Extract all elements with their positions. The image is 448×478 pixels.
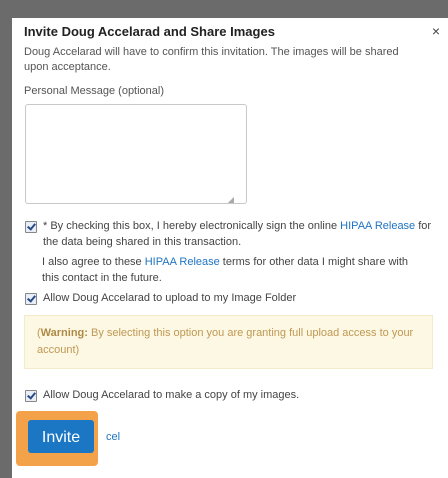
personal-message-label: Personal Message (optional) (24, 85, 165, 97)
hipaa-checkbox[interactable] (25, 221, 37, 233)
upload-checkbox[interactable] (25, 293, 37, 305)
agree-text: I also agree to these HIPAA Release term… (24, 254, 422, 286)
resize-handle-icon[interactable]: ◢ (228, 195, 234, 204)
hipaa-release-link[interactable]: HIPAA Release (340, 220, 415, 232)
upload-row: Allow Doug Accelarad to upload to my Ima… (24, 290, 436, 306)
warning-text: By selecting this option you are grantin… (37, 327, 414, 356)
dialog-title: Invite Doug Accelarad and Share Images (24, 24, 275, 39)
hipaa-text: * By checking this box, I hereby electro… (43, 218, 435, 250)
invite-highlight: Invite (16, 411, 98, 466)
warning-box: (Warning: By selecting this option you a… (24, 315, 433, 369)
cancel-link[interactable]: cel (106, 431, 120, 443)
close-icon[interactable]: × (432, 24, 440, 38)
agree-text-before: I also agree to these (42, 256, 145, 268)
upload-label: Allow Doug Accelarad to upload to my Ima… (43, 292, 297, 304)
agree-hipaa-release-link[interactable]: HIPAA Release (145, 256, 220, 268)
copy-checkbox[interactable] (25, 390, 37, 402)
personal-message-wrapper: ◢ (24, 104, 248, 204)
hipaa-text-before: * By checking this box, I hereby electro… (43, 220, 341, 232)
warning-bold: Warning: (40, 327, 88, 339)
invite-dialog: Invite Doug Accelarad and Share Images ×… (12, 18, 448, 478)
invite-button[interactable]: Invite (28, 420, 94, 453)
personal-message-input[interactable] (25, 104, 247, 204)
hipaa-row: * By checking this box, I hereby electro… (24, 218, 436, 250)
dialog-description: Doug Accelarad will have to confirm this… (24, 46, 399, 73)
copy-label: Allow Doug Accelarad to make a copy of m… (43, 389, 300, 401)
copy-row: Allow Doug Accelarad to make a copy of m… (24, 387, 436, 403)
